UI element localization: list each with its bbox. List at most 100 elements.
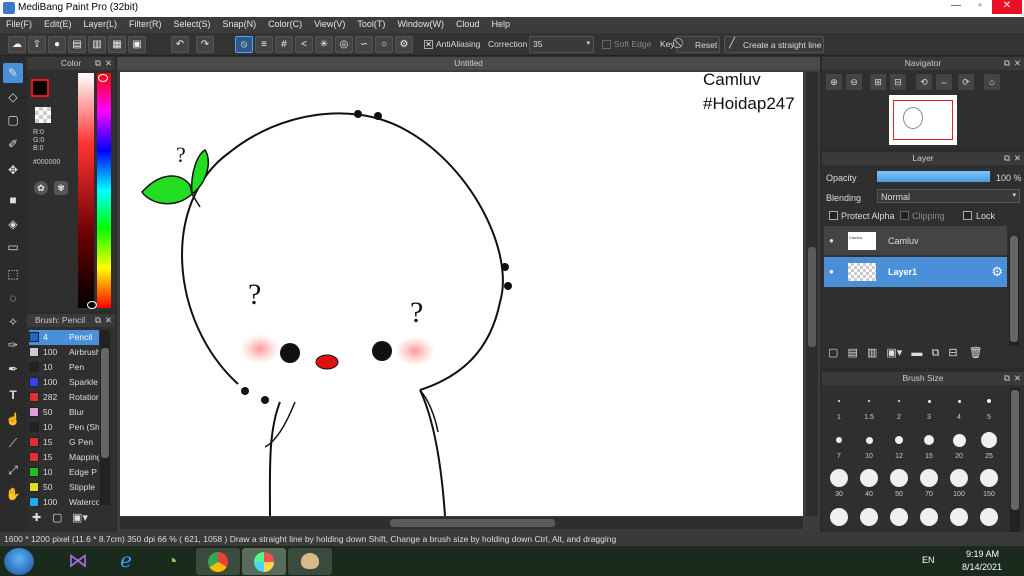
layer-row-layer1[interactable]: ● Layer1 ⚙ xyxy=(824,257,1007,287)
color-settings-icon[interactable]: ✾ xyxy=(54,181,68,195)
paint-icon[interactable] xyxy=(288,548,332,575)
menu-color[interactable]: Color(C) xyxy=(262,17,308,29)
menu-view[interactable]: View(V) xyxy=(308,17,351,29)
brush-item[interactable]: 100 Airbrush xyxy=(29,345,99,360)
hue-handle[interactable] xyxy=(98,74,108,82)
brush-size-cell[interactable]: 40 xyxy=(855,465,883,501)
redo-icon[interactable]: ↷ xyxy=(196,36,214,53)
brush-size-cell[interactable]: 70 xyxy=(915,465,943,501)
horizontal-scroll-thumb[interactable] xyxy=(390,519,555,527)
curve-snap-icon[interactable]: ∽ xyxy=(355,36,373,53)
concentric-snap-icon[interactable]: ◎ xyxy=(335,36,353,53)
brush-menu-icon[interactable]: ▣▾ xyxy=(72,511,92,525)
brush-item[interactable]: 50 Blur xyxy=(29,405,99,420)
cloud-icon[interactable]: ☁ xyxy=(8,36,26,53)
blending-select[interactable]: Normal ▾ xyxy=(877,189,1020,203)
brush-scrollbar[interactable] xyxy=(100,330,110,505)
brush-item[interactable]: 10 Pen (Sh xyxy=(29,420,99,435)
gear-icon[interactable]: ⚙ xyxy=(991,264,1003,280)
menu-snap[interactable]: Snap(N) xyxy=(217,17,263,29)
brush-size-cell[interactable] xyxy=(945,504,973,534)
zoom-minus-icon[interactable]: ⊟ xyxy=(890,74,906,90)
float-icon[interactable]: ⧉ xyxy=(95,314,101,327)
clock-date[interactable]: 8/14/2021 xyxy=(962,562,1002,572)
rotate-right-icon[interactable]: ⟳ xyxy=(958,74,974,90)
close-icon[interactable]: ✕ xyxy=(1014,152,1021,165)
clock-time[interactable]: 9:19 AM xyxy=(966,549,999,559)
document-icon[interactable]: ▥ xyxy=(88,36,106,53)
new-brush-icon[interactable]: ▢ xyxy=(52,511,66,525)
new-halftone-layer-icon[interactable]: ▤ xyxy=(847,347,857,359)
new-layer-icon[interactable]: ▢ xyxy=(828,347,838,359)
close-icon[interactable]: ✕ xyxy=(1014,372,1021,385)
flip-icon[interactable]: ⇔ xyxy=(936,74,952,90)
close-icon[interactable]: ✕ xyxy=(1014,57,1021,70)
zoom-out-icon[interactable]: ⊖ xyxy=(846,74,862,90)
select-eraser-tool-icon[interactable]: ✒ xyxy=(3,359,23,379)
select-lasso-tool-icon[interactable]: ◌ xyxy=(3,288,23,308)
size-scrollbar[interactable] xyxy=(1010,388,1020,536)
antialiasing-checkbox[interactable]: ✕ xyxy=(424,40,433,49)
hue-slider[interactable] xyxy=(97,73,111,308)
brush-scroll-thumb[interactable] xyxy=(101,348,109,458)
primary-color-swatch[interactable] xyxy=(31,79,49,97)
brush-size-cell[interactable]: 100 xyxy=(945,465,973,501)
visual-studio-icon[interactable]: ⋈ xyxy=(56,548,100,575)
brush-item[interactable]: 4 Pencil xyxy=(29,330,99,345)
layer-menu-icon[interactable]: ▣▾ xyxy=(886,347,902,359)
vanishing-snap-icon[interactable]: < xyxy=(295,36,313,53)
brush-size-cell[interactable]: 3 xyxy=(915,388,943,424)
fit-icon[interactable]: ⊞ xyxy=(870,74,886,90)
float-icon[interactable]: ⧉ xyxy=(1004,372,1010,385)
hand-tool-icon[interactable]: ✋ xyxy=(3,484,23,504)
document-tab[interactable]: Untitled xyxy=(117,57,820,70)
close-icon[interactable]: ✕ xyxy=(105,314,112,327)
brightness-handle[interactable] xyxy=(87,301,97,309)
folder-icon[interactable]: ▬ xyxy=(911,347,922,359)
correction-select[interactable]: 35 ▾ xyxy=(529,36,594,53)
brush-size-cell[interactable]: 4 xyxy=(945,388,973,424)
share-icon[interactable]: ⇪ xyxy=(28,36,46,53)
float-icon[interactable]: ⧉ xyxy=(1004,152,1010,165)
lock-checkbox[interactable] xyxy=(963,211,972,220)
menu-window[interactable]: Window(W) xyxy=(391,17,450,29)
straight-line-snap-icon[interactable]: ⦸ xyxy=(235,36,253,53)
page-icon[interactable]: ▤ xyxy=(68,36,86,53)
visibility-icon[interactable]: ● xyxy=(829,267,834,276)
menu-help[interactable]: Help xyxy=(485,17,516,29)
brush-size-cell[interactable]: 20 xyxy=(945,427,973,463)
size-scroll-thumb[interactable] xyxy=(1011,390,1019,510)
radial-snap-icon[interactable]: ✳ xyxy=(315,36,333,53)
circle-snap-icon[interactable]: ○ xyxy=(375,36,393,53)
new-8bit-layer-icon[interactable]: ▥ xyxy=(867,347,877,359)
navigator-viewport-frame[interactable] xyxy=(893,100,953,140)
create-straight-line-button[interactable]: ╱ Create a straight line xyxy=(724,36,824,53)
brush-size-cell[interactable]: 1 xyxy=(825,388,853,424)
brush-item[interactable]: 100 Sparkle xyxy=(29,375,99,390)
float-icon[interactable]: ⧉ xyxy=(1004,57,1010,70)
drawing-canvas[interactable]: ? ? ? Camluv #Hoidap247 xyxy=(120,72,803,516)
brush-item[interactable]: 15 Mapping xyxy=(29,450,99,465)
maximize-button[interactable]: ▫ xyxy=(968,0,992,14)
menu-filter[interactable]: Filter(R) xyxy=(123,17,168,29)
grid-icon[interactable]: ▦ xyxy=(108,36,126,53)
reset-view-icon[interactable]: ⌂ xyxy=(984,74,1000,90)
brush-item[interactable]: 282 Rotation xyxy=(29,390,99,405)
gradient-tool-icon[interactable]: ▭ xyxy=(3,237,23,257)
opacity-slider[interactable] xyxy=(877,171,990,182)
layer-row-camluv[interactable]: ● Camluv Camluv xyxy=(824,226,1007,256)
menu-select[interactable]: Select(S) xyxy=(168,17,217,29)
brush-size-cell[interactable]: 25 xyxy=(975,427,1003,463)
soft-edge-checkbox[interactable] xyxy=(602,40,611,49)
horizontal-scrollbar[interactable] xyxy=(120,517,803,529)
brush-size-cell[interactable] xyxy=(855,504,883,534)
language-indicator[interactable]: EN xyxy=(922,555,935,565)
start-button[interactable] xyxy=(4,548,34,575)
close-button[interactable]: ✕ xyxy=(992,0,1022,14)
close-icon[interactable]: ✕ xyxy=(105,57,112,70)
navigator-thumbnail[interactable] xyxy=(889,95,957,145)
brush-size-cell[interactable]: 150 xyxy=(975,465,1003,501)
move-tool-icon[interactable]: ✥ xyxy=(3,160,23,180)
brush-size-cell[interactable]: 30 xyxy=(825,465,853,501)
lasso-tool-icon[interactable]: ✐ xyxy=(3,134,23,154)
